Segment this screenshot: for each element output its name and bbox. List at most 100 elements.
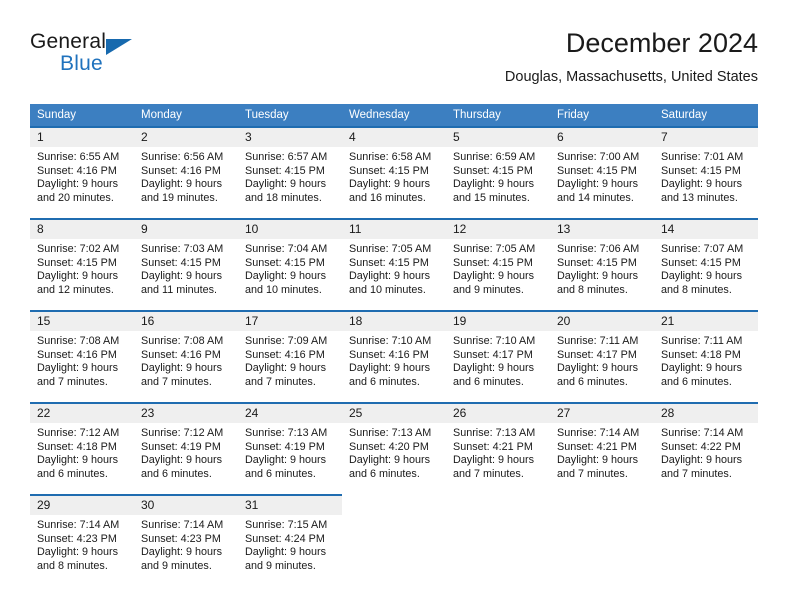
generalblue-logo[interactable]: General Blue: [30, 30, 210, 86]
day-number: 27: [550, 404, 654, 423]
day-sun-info: Sunrise: 7:09 AM Sunset: 4:16 PM Daylight:…: [238, 331, 342, 389]
calendar-day-cell[interactable]: 4 Sunrise: 6:58 AM Sunset: 4:15 PM Daylight…: [342, 126, 446, 219]
daylight-duration-line1: Daylight: 9 hours: [349, 270, 431, 283]
calendar-day-cell[interactable]: 9 Sunrise: 7:03 AM Sunset: 4:15 PM Daylight…: [134, 218, 238, 311]
day-number: 13: [550, 220, 654, 239]
calendar-day-cell[interactable]: 31 Sunrise: 7:15 AM Sunset: 4:24 PM Dayligh…: [238, 494, 342, 586]
day-sun-info: Sunrise: 7:08 AM Sunset: 4:16 PM Daylight:…: [134, 331, 238, 389]
calendar-day-cell[interactable]: 22 Sunrise: 7:12 AM Sunset: 4:18 PM Dayligh…: [30, 402, 134, 495]
daylight-duration-line2: and 6 minutes.: [141, 467, 212, 480]
calendar-day-cell[interactable]: 20 Sunrise: 7:11 AM Sunset: 4:17 PM Dayligh…: [550, 310, 654, 403]
sunset-time: Sunset: 4:23 PM: [141, 532, 221, 545]
sunset-time: Sunset: 4:16 PM: [141, 164, 221, 177]
sunrise-time: Sunrise: 7:11 AM: [661, 335, 743, 347]
calendar-day-cell[interactable]: 28 Sunrise: 7:14 AM Sunset: 4:22 PM Dayligh…: [654, 402, 758, 495]
day-number: 8: [30, 220, 134, 239]
day-number: 21: [654, 312, 758, 331]
calendar-day-cell[interactable]: 3 Sunrise: 6:57 AM Sunset: 4:15 PM Daylight…: [238, 126, 342, 219]
day-sun-info: Sunrise: 6:55 AM Sunset: 4:16 PM Daylight:…: [30, 147, 134, 205]
calendar-day-cell[interactable]: 23 Sunrise: 7:12 AM Sunset: 4:19 PM Dayligh…: [134, 402, 238, 495]
day-sun-info: Sunrise: 7:13 AM Sunset: 4:19 PM Daylight:…: [238, 423, 342, 481]
sunset-time: Sunset: 4:16 PM: [37, 348, 117, 361]
daylight-duration-line2: and 6 minutes.: [37, 467, 108, 480]
calendar-day-cell[interactable]: 25 Sunrise: 7:13 AM Sunset: 4:20 PM Dayligh…: [342, 402, 446, 495]
calendar-day-cell[interactable]: 2 Sunrise: 6:56 AM Sunset: 4:16 PM Daylight…: [134, 126, 238, 219]
sunrise-time: Sunrise: 7:00 AM: [557, 151, 640, 163]
daylight-duration-line1: Daylight: 9 hours: [37, 178, 119, 191]
day-sun-info: Sunrise: 7:11 AM Sunset: 4:17 PM Daylight:…: [550, 331, 654, 389]
day-sun-info: Sunrise: 7:10 AM Sunset: 4:16 PM Daylight:…: [342, 331, 446, 389]
day-number-empty: [342, 495, 446, 514]
calendar-day-cell[interactable]: 15 Sunrise: 7:08 AM Sunset: 4:16 PM Dayligh…: [30, 310, 134, 403]
sunrise-time: Sunrise: 7:14 AM: [661, 427, 744, 439]
calendar-day-cell[interactable]: 18 Sunrise: 7:10 AM Sunset: 4:16 PM Dayligh…: [342, 310, 446, 403]
calendar-day-cell[interactable]: 6 Sunrise: 7:00 AM Sunset: 4:15 PM Daylight…: [550, 126, 654, 219]
sunset-time: Sunset: 4:19 PM: [245, 440, 325, 453]
calendar-day-cell[interactable]: 8 Sunrise: 7:02 AM Sunset: 4:15 PM Daylight…: [30, 218, 134, 311]
calendar-day-cell[interactable]: 11 Sunrise: 7:05 AM Sunset: 4:15 PM Dayligh…: [342, 218, 446, 311]
sunset-time: Sunset: 4:16 PM: [141, 348, 221, 361]
daylight-duration-line1: Daylight: 9 hours: [557, 362, 639, 375]
day-number: 12: [446, 220, 550, 239]
calendar-day-cell[interactable]: 12 Sunrise: 7:05 AM Sunset: 4:15 PM Dayligh…: [446, 218, 550, 311]
calendar-day-cell[interactable]: 19 Sunrise: 7:10 AM Sunset: 4:17 PM Dayligh…: [446, 310, 550, 403]
daylight-duration-line2: and 6 minutes.: [245, 467, 316, 480]
day-number: 22: [30, 404, 134, 423]
sunset-time: Sunset: 4:17 PM: [453, 348, 533, 361]
calendar-day-cell[interactable]: 13 Sunrise: 7:06 AM Sunset: 4:15 PM Dayligh…: [550, 218, 654, 311]
calendar-day-cell[interactable]: 1 Sunrise: 6:55 AM Sunset: 4:16 PM Daylight…: [30, 126, 134, 219]
page-header: General Blue December 2024 Douglas, Mass…: [30, 26, 758, 96]
daylight-duration-line2: and 19 minutes.: [141, 191, 218, 204]
sunrise-time: Sunrise: 6:56 AM: [141, 151, 224, 163]
sunset-time: Sunset: 4:15 PM: [557, 164, 637, 177]
weekday-header-tuesday: Tuesday: [238, 104, 342, 127]
calendar-day-cell-empty: [446, 495, 550, 586]
sunset-time: Sunset: 4:16 PM: [245, 348, 325, 361]
sunrise-time: Sunrise: 7:05 AM: [349, 243, 432, 255]
daylight-duration-line2: and 8 minutes.: [37, 559, 108, 572]
day-number: 1: [30, 128, 134, 147]
daylight-duration-line1: Daylight: 9 hours: [141, 178, 223, 191]
calendar-day-cell[interactable]: 10 Sunrise: 7:04 AM Sunset: 4:15 PM Dayligh…: [238, 218, 342, 311]
daylight-duration-line2: and 7 minutes.: [557, 467, 628, 480]
day-sun-info: Sunrise: 7:14 AM Sunset: 4:22 PM Daylight:…: [654, 423, 758, 481]
calendar-day-cell[interactable]: 17 Sunrise: 7:09 AM Sunset: 4:16 PM Dayligh…: [238, 310, 342, 403]
sunset-time: Sunset: 4:16 PM: [37, 164, 117, 177]
day-number: 3: [238, 128, 342, 147]
calendar-week-row: 8 Sunrise: 7:02 AM Sunset: 4:15 PM Daylight…: [30, 218, 758, 311]
calendar-body: 1 Sunrise: 6:55 AM Sunset: 4:16 PM Daylight…: [30, 126, 758, 586]
sunrise-time: Sunrise: 6:59 AM: [453, 151, 536, 163]
daylight-duration-line1: Daylight: 9 hours: [453, 454, 535, 467]
calendar-day-cell[interactable]: 7 Sunrise: 7:01 AM Sunset: 4:15 PM Daylight…: [654, 126, 758, 219]
day-number: 29: [30, 496, 134, 515]
sunrise-time: Sunrise: 6:58 AM: [349, 151, 432, 163]
sunset-time: Sunset: 4:15 PM: [557, 256, 637, 269]
calendar-day-cell[interactable]: 24 Sunrise: 7:13 AM Sunset: 4:19 PM Dayligh…: [238, 402, 342, 495]
calendar-day-cell[interactable]: 29 Sunrise: 7:14 AM Sunset: 4:23 PM Dayligh…: [30, 494, 134, 586]
calendar-day-cell[interactable]: 26 Sunrise: 7:13 AM Sunset: 4:21 PM Dayligh…: [446, 402, 550, 495]
calendar-day-cell[interactable]: 16 Sunrise: 7:08 AM Sunset: 4:16 PM Dayligh…: [134, 310, 238, 403]
day-number: 18: [342, 312, 446, 331]
sunrise-time: Sunrise: 7:08 AM: [37, 335, 120, 347]
calendar-day-cell[interactable]: 27 Sunrise: 7:14 AM Sunset: 4:21 PM Dayligh…: [550, 402, 654, 495]
daylight-duration-line1: Daylight: 9 hours: [557, 178, 639, 191]
calendar-day-cell[interactable]: 14 Sunrise: 7:07 AM Sunset: 4:15 PM Dayligh…: [654, 218, 758, 311]
sunset-time: Sunset: 4:15 PM: [349, 256, 429, 269]
daylight-duration-line2: and 7 minutes.: [453, 467, 524, 480]
day-sun-info: Sunrise: 6:56 AM Sunset: 4:16 PM Daylight:…: [134, 147, 238, 205]
calendar-day-cell[interactable]: 21 Sunrise: 7:11 AM Sunset: 4:18 PM Dayligh…: [654, 310, 758, 403]
sunrise-time: Sunrise: 7:13 AM: [245, 427, 328, 439]
calendar-day-cell[interactable]: 5 Sunrise: 6:59 AM Sunset: 4:15 PM Daylight…: [446, 126, 550, 219]
sunrise-time: Sunrise: 7:12 AM: [37, 427, 120, 439]
daylight-duration-line1: Daylight: 9 hours: [661, 178, 743, 191]
weekday-header-sunday: Sunday: [30, 104, 134, 127]
day-number: 11: [342, 220, 446, 239]
sunrise-time: Sunrise: 7:12 AM: [141, 427, 224, 439]
daylight-duration-line1: Daylight: 9 hours: [245, 454, 327, 467]
sunrise-sunset-calendar: Sunday Monday Tuesday Wednesday Thursday…: [30, 104, 758, 586]
daylight-duration-line1: Daylight: 9 hours: [141, 270, 223, 283]
day-number: 14: [654, 220, 758, 239]
calendar-day-cell[interactable]: 30 Sunrise: 7:14 AM Sunset: 4:23 PM Dayligh…: [134, 494, 238, 586]
daylight-duration-line2: and 7 minutes.: [661, 467, 732, 480]
sunrise-time: Sunrise: 6:57 AM: [245, 151, 328, 163]
